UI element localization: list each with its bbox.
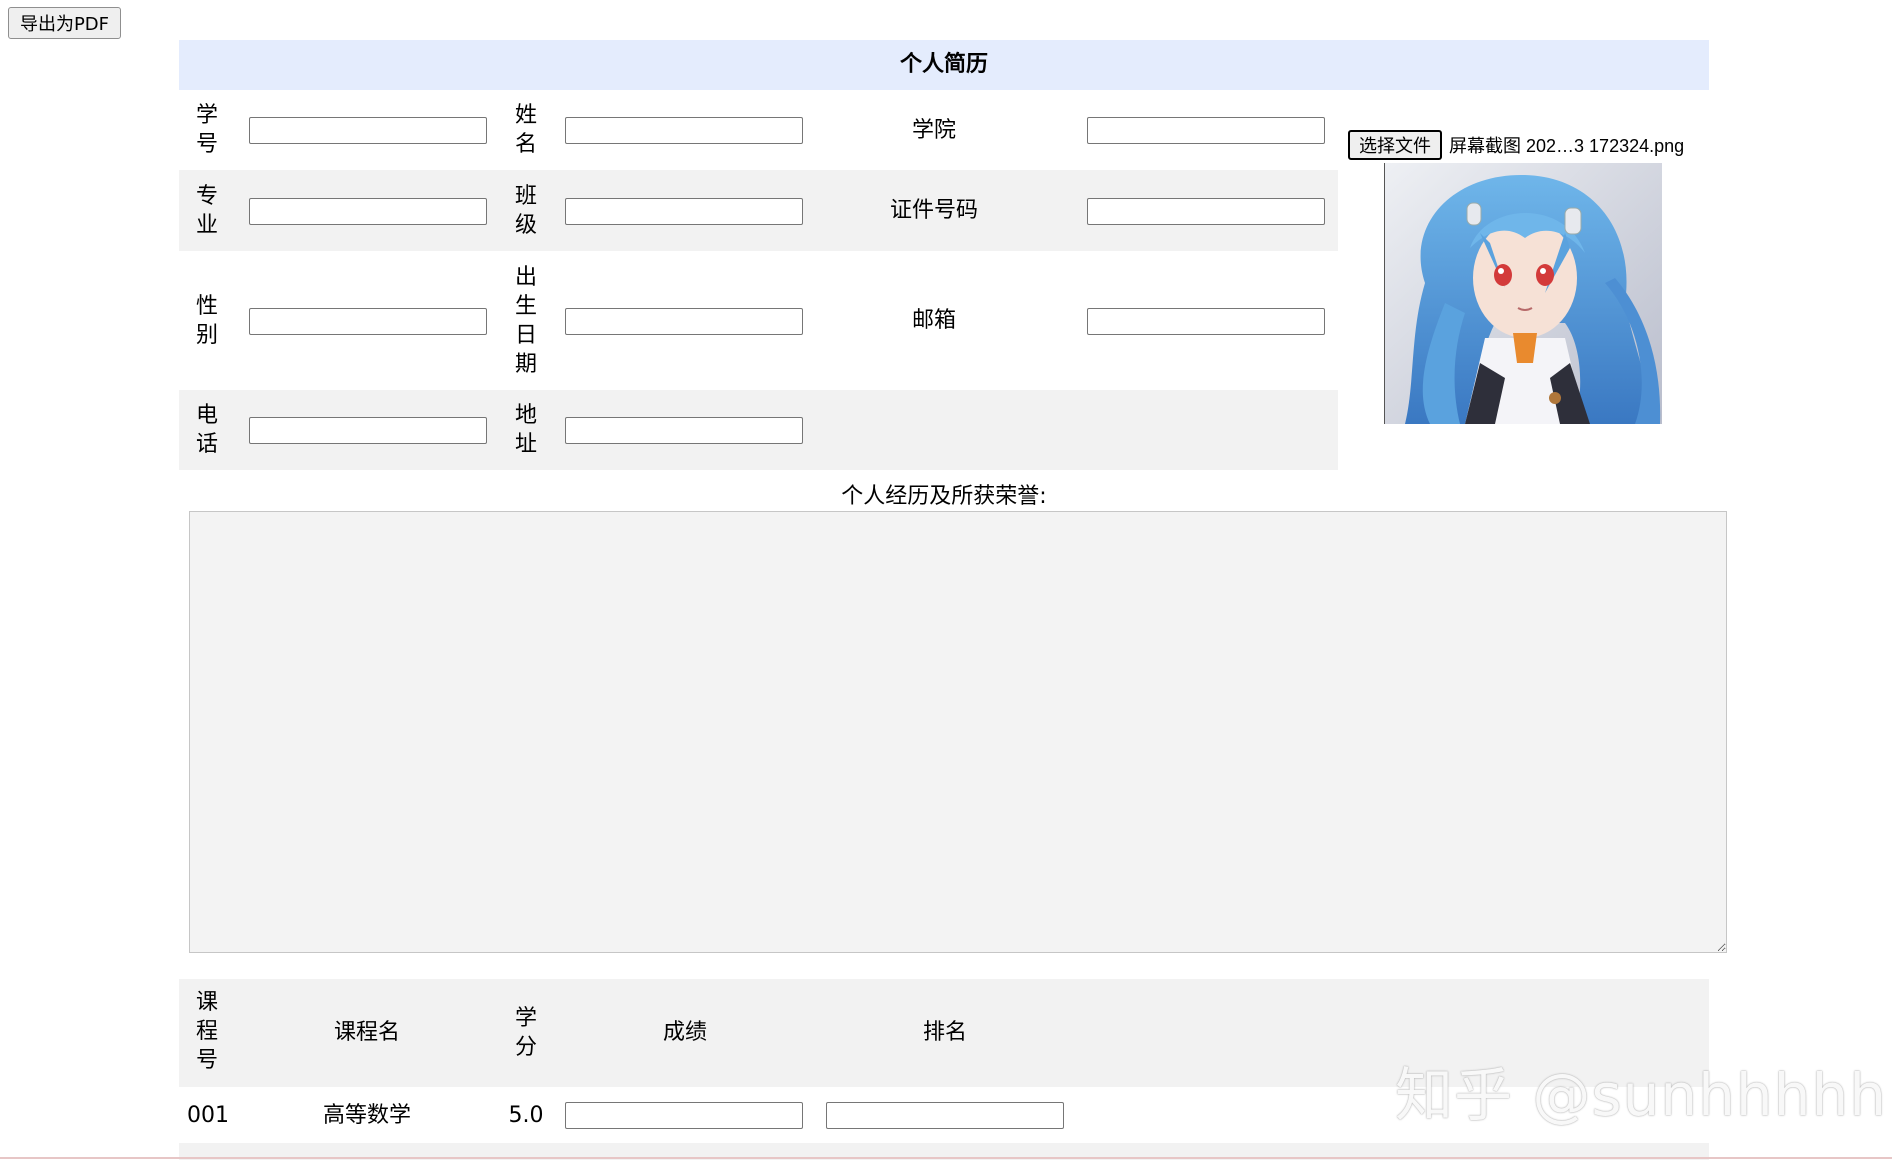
college-input[interactable] bbox=[1087, 117, 1325, 144]
watermark-text: 知乎 @sunhhhhh bbox=[1395, 1061, 1887, 1129]
page-divider bbox=[0, 1157, 1892, 1159]
credit-header: 学分 bbox=[514, 1006, 537, 1060]
form-row-2: 专业 班级 证件号码 bbox=[179, 170, 1338, 251]
form-row-4: 电话 地址 bbox=[179, 390, 1338, 470]
experience-label: 个人经历及所获荣誉: bbox=[841, 484, 1047, 509]
id-number-label: 证件号码 bbox=[889, 198, 978, 223]
birth-date-input[interactable] bbox=[565, 308, 803, 335]
email-label: 邮箱 bbox=[911, 308, 956, 333]
name-label: 姓名 bbox=[514, 103, 537, 157]
gender-label: 性别 bbox=[195, 293, 218, 348]
resume-title: 个人简历 bbox=[179, 40, 1709, 90]
college-label: 学院 bbox=[911, 117, 956, 143]
course-id-header: 课程号 bbox=[195, 990, 218, 1073]
score-input[interactable] bbox=[565, 1102, 803, 1129]
name-input[interactable] bbox=[565, 117, 803, 144]
major-input[interactable] bbox=[249, 198, 487, 225]
student-id-input[interactable] bbox=[249, 117, 487, 144]
major-label: 专业 bbox=[195, 183, 218, 238]
course-name-header: 课程名 bbox=[333, 1020, 400, 1045]
rank-input[interactable] bbox=[826, 1102, 1064, 1129]
class-label: 班级 bbox=[514, 183, 537, 238]
course-id-cell: 001 bbox=[187, 1103, 229, 1128]
credit-cell: 5.0 bbox=[508, 1103, 544, 1128]
id-number-input[interactable] bbox=[1087, 198, 1325, 225]
phone-label: 电话 bbox=[195, 403, 218, 457]
experience-textarea[interactable] bbox=[189, 511, 1727, 953]
profile-photo bbox=[1384, 163, 1662, 424]
selected-file-name: 屏幕截图 202…3 172324.png bbox=[1449, 136, 1685, 156]
course-name-cell: 高等数学 bbox=[322, 1103, 411, 1128]
form-row-3: 性别 出生日期 邮箱 bbox=[179, 251, 1338, 390]
birth-date-label: 出生日期 bbox=[514, 264, 537, 377]
anime-portrait-illustration bbox=[1385, 163, 1662, 424]
class-input[interactable] bbox=[565, 198, 803, 225]
address-label: 地址 bbox=[514, 403, 537, 457]
email-input[interactable] bbox=[1087, 308, 1325, 335]
gender-input[interactable] bbox=[249, 308, 487, 335]
form-row-1: 学号 姓名 学院 bbox=[179, 90, 1338, 170]
score-header: 成绩 bbox=[662, 1020, 707, 1045]
rank-header: 排名 bbox=[922, 1020, 967, 1045]
student-id-label: 学号 bbox=[195, 103, 218, 157]
phone-input[interactable] bbox=[249, 417, 487, 444]
export-pdf-button[interactable]: 导出为PDF bbox=[8, 7, 121, 39]
choose-file-button[interactable]: 选择文件 bbox=[1348, 130, 1442, 160]
address-input[interactable] bbox=[565, 417, 803, 444]
